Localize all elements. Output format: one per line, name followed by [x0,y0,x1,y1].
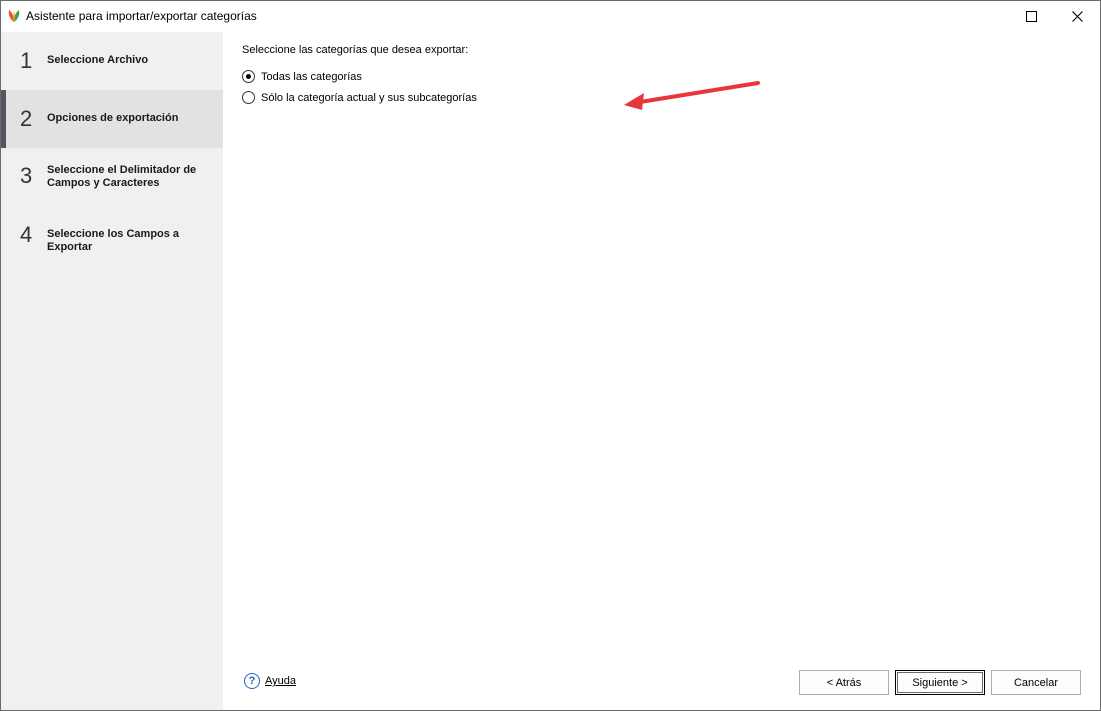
maximize-button[interactable] [1008,1,1054,32]
step-label: Seleccione el Delimitador de Campos y Ca… [47,164,197,189]
close-icon [1071,11,1083,22]
window-title: Asistente para importar/exportar categor… [26,9,257,23]
option-all-categories[interactable]: Todas las categorías [242,70,362,83]
step-select-fields[interactable]: 4 Seleccione los Campos a Exportar [1,206,223,264]
radio-button[interactable] [242,91,255,104]
back-button[interactable]: < Atrás [799,670,889,695]
help-link[interactable]: ? Ayuda [244,673,296,689]
title-bar: Asistente para importar/exportar categor… [1,1,1100,32]
annotation-arrow-icon [624,81,760,110]
step-label: Seleccione Archivo [47,54,149,66]
step-select-delimiter[interactable]: 3 Seleccione el Delimitador de Campos y … [1,148,223,206]
option-label: Todas las categorías [261,70,362,83]
wizard-window: Asistente para importar/exportar categor… [0,0,1101,711]
help-label: Ayuda [265,675,296,687]
option-current-category[interactable]: Sólo la categoría actual y sus subcatego… [242,91,477,104]
wizard-content: Seleccione las categorías que desea expo… [223,32,1100,710]
step-select-file[interactable]: 1 Seleccione Archivo [1,32,223,90]
step-number: 1 [20,48,33,73]
step-number: 2 [20,106,33,131]
step-number: 3 [20,163,33,188]
step-export-options[interactable]: 2 Opciones de exportación [1,90,223,148]
cancel-button[interactable]: Cancelar [991,670,1081,695]
step-label: Opciones de exportación [47,112,179,124]
export-prompt: Seleccione las categorías que desea expo… [242,44,469,56]
close-button[interactable] [1054,1,1100,32]
question-circle-icon: ? [244,673,260,689]
radio-button-checked[interactable] [242,70,255,83]
option-label: Sólo la categoría actual y sus subcatego… [261,91,477,104]
next-button[interactable]: Siguiente > [895,670,985,695]
step-number: 4 [20,222,33,247]
wizard-steps-sidebar: 1 Seleccione Archivo 2 Opciones de expor… [1,32,223,710]
app-logo-icon [8,10,20,22]
maximize-icon [1025,11,1037,22]
step-label: Seleccione los Campos a Exportar [47,228,180,253]
